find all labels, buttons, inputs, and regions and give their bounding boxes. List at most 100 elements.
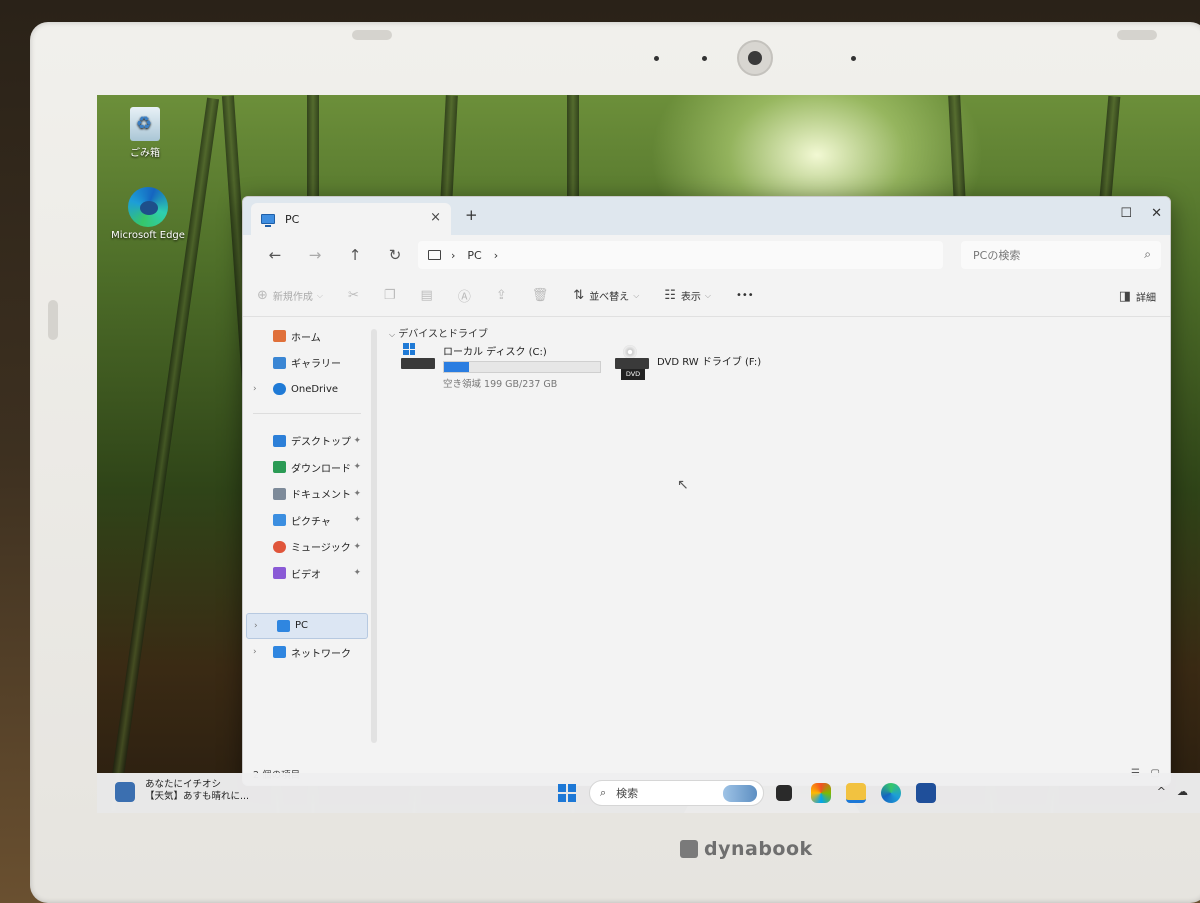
breadcrumb-pc[interactable]: PC <box>467 249 481 262</box>
sidebar-item-home[interactable]: ホーム <box>243 323 371 350</box>
search-placeholder: PCの検索 <box>973 249 1021 262</box>
pin-icon: ✦ <box>353 435 361 446</box>
drive-free-space: 空き領域 199 GB/237 GB <box>443 379 558 390</box>
sidebar-item-network[interactable]: › ネットワーク <box>243 639 371 666</box>
brand-text: dynabook <box>704 838 813 860</box>
pin-icon: ✦ <box>353 541 361 552</box>
sidebar-item-onedrive[interactable]: › OneDrive <box>243 376 371 403</box>
pin-icon: ✦ <box>353 515 361 526</box>
copilot-icon[interactable] <box>811 783 831 803</box>
sensor-dot <box>851 56 856 61</box>
tray-chevron-icon[interactable]: ^ <box>1157 785 1166 798</box>
store-icon[interactable] <box>916 783 936 803</box>
chevron-down-icon: ⌵ <box>316 290 323 300</box>
search-input[interactable]: PCの検索 ⌕ <box>961 241 1161 269</box>
music-icon <box>273 540 286 553</box>
drive-dvd-f[interactable]: DVD DVD RW ドライブ (F:) <box>615 345 762 380</box>
desktop-icon-label: Microsoft Edge <box>111 230 185 241</box>
sort-label: 並べ替え <box>589 292 630 303</box>
sidebar-item-label: ドキュメント <box>291 490 351 502</box>
sort-button[interactable]: ⇅ 並べ替え ⌵ <box>573 288 644 303</box>
desktop-edge[interactable]: Microsoft Edge <box>103 187 193 241</box>
brand-logo: dynabook <box>680 838 813 860</box>
sidebar-item-label: ミュージック <box>291 543 351 555</box>
chevron-right-icon[interactable]: › <box>254 621 258 631</box>
file-list: ⌵ デバイスとドライブ ローカル ディスク (C:) 空き領域 199 GB/2… <box>377 317 1170 763</box>
maximize-button[interactable]: ☐ <box>1120 206 1132 221</box>
new-label: 新規作成 <box>272 292 313 303</box>
breadcrumb-separator: › <box>451 248 456 262</box>
chevron-down-icon: ⌵ <box>389 330 396 339</box>
sidebar-item-downloads[interactable]: ダウンロード ✦ <box>243 454 371 481</box>
edge-icon <box>128 187 168 227</box>
sensor-dot <box>654 56 659 61</box>
drive-local-c[interactable]: ローカル ディスク (C:) 空き領域 199 GB/237 GB <box>401 343 601 390</box>
taskbar-search[interactable]: ⌕ 検索 <box>589 780 764 806</box>
windows-logo-icon <box>403 343 415 355</box>
sidebar-item-label: ダウンロード <box>291 463 351 475</box>
view-button[interactable]: ☷ 表示 ⌵ <box>664 288 716 303</box>
cut-button[interactable]: ✂ <box>348 288 364 303</box>
sidebar-item-desktop[interactable]: デスクトップ ✦ <box>243 428 371 455</box>
chevron-right-icon[interactable]: › <box>253 647 257 657</box>
sidebar-item-videos[interactable]: ビデオ ✦ <box>243 560 371 587</box>
scissors-icon: ✂ <box>347 288 359 303</box>
back-button[interactable]: ← <box>255 246 295 264</box>
more-icon: ••• <box>736 290 754 301</box>
sort-icon: ⇅ <box>573 288 585 303</box>
share-icon: ⇪ <box>495 288 507 303</box>
paste-button[interactable]: ▤ <box>421 288 438 303</box>
close-window-button[interactable]: ✕ <box>1151 206 1162 221</box>
address-bar[interactable]: › PC › <box>418 241 943 269</box>
start-button[interactable] <box>558 784 576 802</box>
pictures-icon <box>273 514 286 527</box>
title-bar: PC × + ☐ ✕ <box>243 197 1170 235</box>
sidebar-item-label: ピクチャ <box>291 516 331 528</box>
file-explorer-icon[interactable] <box>846 783 866 803</box>
tab-close-button[interactable]: × <box>430 210 441 225</box>
desktop-recycle-bin[interactable]: ごみ箱 <box>100 107 190 159</box>
chevron-down-icon: ⌵ <box>633 290 640 300</box>
network-tray-icon[interactable]: ☁ <box>1177 785 1188 798</box>
group-label: デバイスとドライブ <box>398 329 488 340</box>
news-headline: あなたにイチオシ <box>145 779 222 790</box>
paste-icon: ▤ <box>420 288 433 303</box>
rename-button[interactable]: Ⓐ <box>458 286 476 305</box>
chevron-right-icon[interactable]: › <box>253 384 257 394</box>
taskbar: あなたにイチオシ 【天気】あすも晴れに... ⌕ 検索 ^ ☁ <box>97 773 1200 813</box>
sidebar-item-pc[interactable]: › PC <box>246 612 368 639</box>
sidebar-item-music[interactable]: ミュージック ✦ <box>243 534 371 561</box>
search-icon: ⌕ <box>1144 247 1151 261</box>
copy-button[interactable]: ❐ <box>384 288 401 303</box>
edge-icon[interactable] <box>881 783 901 803</box>
sidebar-item-label: PC <box>295 620 309 632</box>
dvd-badge: DVD <box>621 369 645 380</box>
new-tab-button[interactable]: + <box>465 206 478 224</box>
drive-body-icon <box>615 358 649 369</box>
pin-icon: ✦ <box>353 568 361 579</box>
group-header[interactable]: ⌵ デバイスとドライブ <box>389 325 1158 340</box>
share-button[interactable]: ⇪ <box>496 288 512 303</box>
details-pane-icon: ◨ <box>1118 289 1131 304</box>
details-pane-button[interactable]: ◨ 詳細 <box>1119 289 1156 304</box>
more-options-button[interactable]: ••• <box>736 290 754 301</box>
new-button[interactable]: ⊕ 新規作成 ⌵ <box>257 288 328 303</box>
breadcrumb-separator[interactable]: › <box>494 249 498 262</box>
sidebar-item-gallery[interactable]: ギャラリー <box>243 350 371 377</box>
sidebar-item-pictures[interactable]: ピクチャ ✦ <box>243 507 371 534</box>
desktop-screen: ごみ箱 Microsoft Edge PC × + ☐ ✕ ← → ↑ ↻ › … <box>97 95 1200 813</box>
refresh-button[interactable]: ↻ <box>375 246 415 264</box>
sidebar-item-label: ホーム <box>291 332 321 344</box>
sidebar-item-documents[interactable]: ドキュメント ✦ <box>243 481 371 508</box>
task-view-icon[interactable] <box>776 785 792 801</box>
pin-icon: ✦ <box>353 488 361 499</box>
news-widget[interactable]: あなたにイチオシ 【天気】あすも晴れに... <box>115 779 249 803</box>
mouse-cursor-icon: ↖ <box>677 477 689 493</box>
delete-button[interactable]: 🗑 <box>532 288 554 303</box>
forward-button[interactable]: → <box>295 246 335 264</box>
up-button[interactable]: ↑ <box>335 246 375 264</box>
tab-pc[interactable]: PC × <box>251 203 451 235</box>
drive-name: DVD RW ドライブ (F:) <box>657 357 762 368</box>
news-subline: 【天気】あすも晴れに... <box>145 791 250 802</box>
